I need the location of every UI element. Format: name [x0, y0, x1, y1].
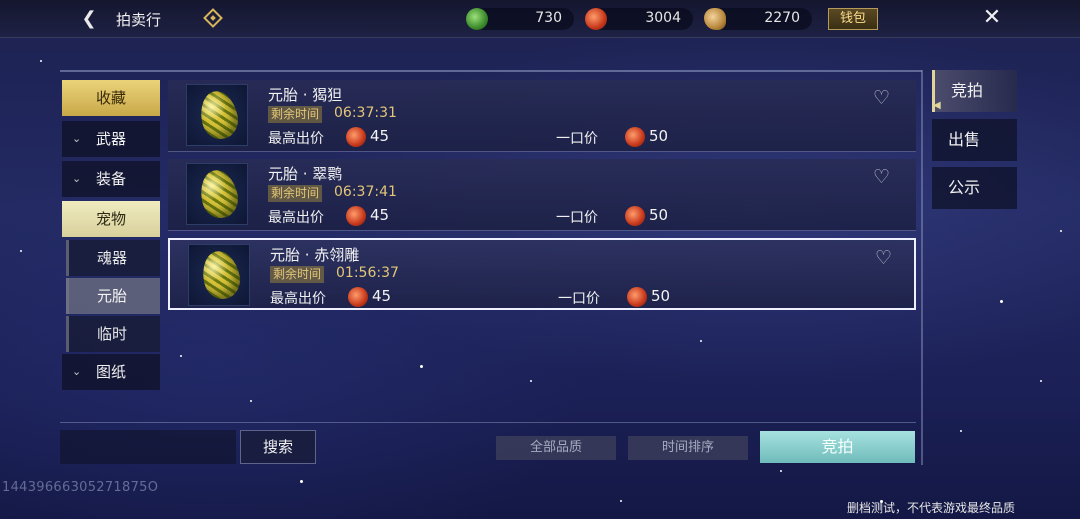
category-blueprints[interactable]: ⌄ 图纸 [62, 354, 160, 390]
bronze-coin-icon [704, 8, 726, 30]
auction-item[interactable]: 元胎 · 猲狚 剩余时间 06:37:31 最高出价 45 一口价 50 ♡ [168, 80, 916, 152]
player-id: 14439666305271875O [2, 480, 159, 495]
highest-bid: 45 [372, 287, 392, 305]
page-title: 拍卖行 [116, 11, 162, 29]
category-weapons[interactable]: ⌄ 武器 [62, 121, 160, 157]
quality-filter-dropdown[interactable]: 全部品质 [496, 436, 616, 460]
item-thumbnail [186, 84, 248, 146]
buyout-label: 一口价 [556, 210, 598, 226]
currency-bronze: 2270 [704, 8, 812, 30]
frame-divider [921, 70, 923, 465]
category-label: 装备 [96, 170, 127, 188]
remaining-time: 06:37:41 [334, 184, 397, 200]
highest-bid: 45 [370, 127, 390, 145]
item-name: 元胎 · 翠鹮 [268, 165, 343, 183]
close-icon[interactable]: ✕ [980, 6, 1004, 30]
category-label: 收藏 [96, 89, 127, 107]
subcategory-temporary[interactable]: 临时 [66, 316, 160, 352]
category-label: 宠物 [96, 210, 127, 228]
tab-auction[interactable]: ◀ 竞拍 [932, 70, 1017, 112]
currency-jade: 730 [466, 8, 574, 30]
tab-label: 公示 [948, 178, 981, 197]
tab-sell[interactable]: 出售 [932, 119, 1017, 161]
item-name: 元胎 · 赤翎雕 [270, 246, 360, 264]
category-label: 图纸 [96, 363, 127, 381]
item-thumbnail [186, 163, 248, 225]
remaining-time-label: 剩余时间 [268, 185, 323, 202]
time-sort-button[interactable]: 时间排序 [628, 436, 748, 460]
red-coin-icon [585, 8, 607, 30]
category-pets[interactable]: 宠物 [62, 201, 160, 237]
category-label: 武器 [96, 130, 127, 148]
currency-red: 3004 [585, 8, 693, 30]
currency-amount: 2270 [764, 10, 800, 26]
auction-item[interactable]: 元胎 · 翠鹮 剩余时间 06:37:41 最高出价 45 一口价 50 ♡ [168, 159, 916, 231]
wallet-button[interactable]: 钱包 [828, 8, 878, 30]
currency-amount: 3004 [645, 10, 681, 26]
divider [60, 422, 916, 423]
back-arrow-icon[interactable]: ❮ [78, 8, 100, 30]
heart-icon[interactable]: ♡ [875, 248, 897, 268]
red-coin-icon [625, 127, 645, 147]
info-diamond-icon[interactable] [203, 8, 223, 28]
item-name: 元胎 · 猲狚 [268, 86, 343, 104]
subcategory-label: 临时 [97, 325, 128, 343]
category-favorites[interactable]: 收藏 [62, 80, 160, 116]
remaining-time-label: 剩余时间 [268, 106, 323, 123]
buyout-price: 50 [651, 287, 671, 305]
heart-icon[interactable]: ♡ [873, 88, 895, 108]
subcategory-label: 元胎 [97, 287, 128, 305]
red-coin-icon [627, 287, 647, 307]
highest-bid: 45 [370, 206, 390, 224]
currency-amount: 730 [535, 10, 562, 26]
highest-bid-label: 最高出价 [268, 131, 324, 147]
buyout-price: 50 [649, 127, 669, 145]
tab-label: 出售 [948, 130, 981, 149]
search-button[interactable]: 搜索 [240, 430, 316, 464]
category-equipment[interactable]: ⌄ 装备 [62, 161, 160, 197]
jade-coin-icon [466, 8, 488, 30]
subcategory-soul-vessel[interactable]: 魂器 [66, 240, 160, 276]
test-disclaimer: 删档测试，不代表游戏最终品质 [847, 501, 1016, 515]
red-coin-icon [346, 127, 366, 147]
auction-item-selected[interactable]: 元胎 · 赤翎雕 剩余时间 01:56:37 最高出价 45 一口价 50 ♡ [168, 238, 916, 310]
remaining-time: 01:56:37 [336, 265, 399, 281]
red-coin-icon [348, 287, 368, 307]
tab-announcement[interactable]: 公示 [932, 167, 1017, 209]
egg-icon [196, 87, 242, 143]
subcategory-embryo[interactable]: 元胎 [66, 278, 160, 314]
buyout-label: 一口价 [556, 131, 598, 147]
remaining-time: 06:37:31 [334, 105, 397, 121]
highest-bid-label: 最高出价 [268, 210, 324, 226]
red-coin-icon [625, 206, 645, 226]
buyout-label: 一口价 [558, 291, 600, 307]
highest-bid-label: 最高出价 [270, 291, 326, 307]
search-input[interactable] [60, 430, 236, 464]
remaining-time-label: 剩余时间 [270, 266, 325, 283]
buyout-price: 50 [649, 206, 669, 224]
subcategory-label: 魂器 [97, 249, 128, 267]
tab-label: 竞拍 [951, 81, 984, 100]
bid-button[interactable]: 竞拍 [760, 431, 915, 463]
egg-icon [196, 166, 242, 222]
chevron-down-icon: ⌄ [72, 365, 82, 378]
heart-icon[interactable]: ♡ [873, 167, 895, 187]
top-bar: ❮ 拍卖行 730 3004 2270 钱包 ✕ [0, 0, 1080, 38]
item-thumbnail [188, 244, 250, 306]
chevron-down-icon: ⌄ [72, 172, 82, 185]
chevron-down-icon: ⌄ [72, 132, 82, 145]
egg-icon [198, 247, 244, 303]
red-coin-icon [346, 206, 366, 226]
